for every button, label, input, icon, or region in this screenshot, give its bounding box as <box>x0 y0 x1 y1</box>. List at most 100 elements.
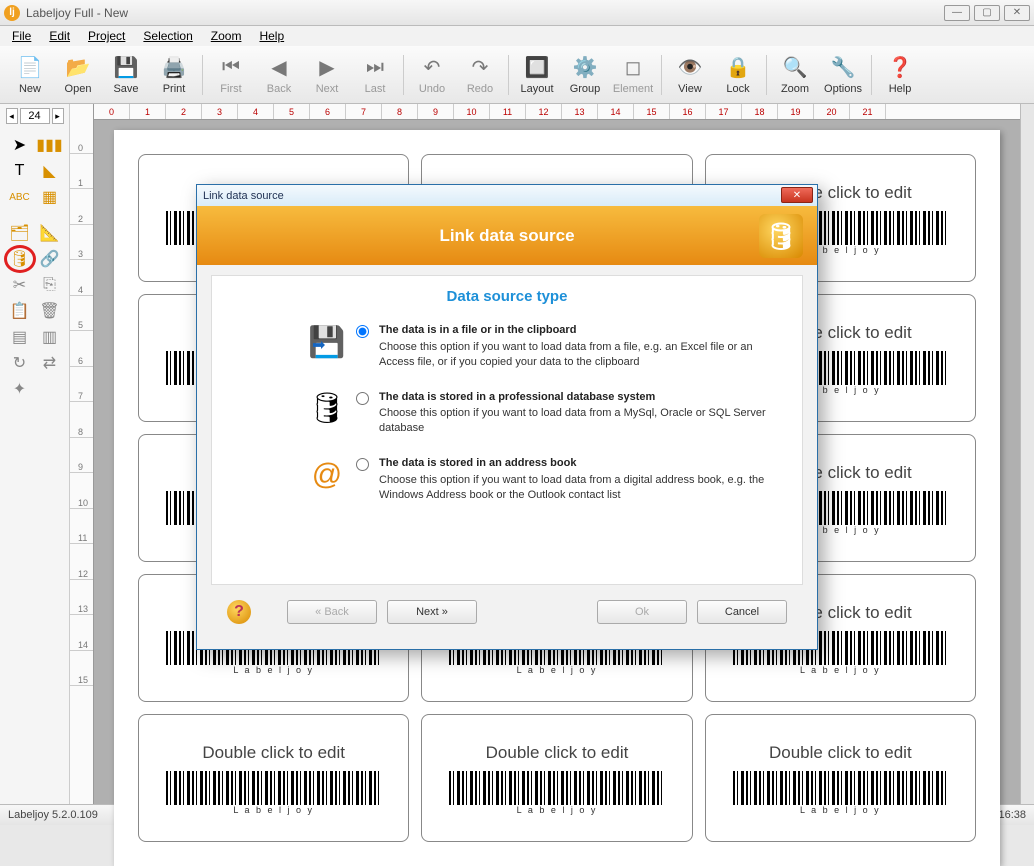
at-sign-icon: @ <box>308 456 346 494</box>
label-placeholder-text: Double click to edit <box>202 743 345 763</box>
vertical-ruler: 0123456789101112131415 <box>70 104 94 804</box>
data-source-tool[interactable]: 🛢 <box>7 248 33 270</box>
database-icon: 🛢 <box>308 390 346 428</box>
text-tool[interactable]: T <box>7 160 33 182</box>
undo-button[interactable]: ↶Undo <box>408 49 456 101</box>
help-button[interactable]: ❓Help <box>876 49 924 101</box>
open-button[interactable]: 📂Open <box>54 49 102 101</box>
menu-help[interactable]: Help <box>251 27 292 45</box>
dialog-back-button[interactable]: « Back <box>287 600 377 624</box>
zoom-button[interactable]: 🔍Zoom <box>771 49 819 101</box>
dialog-banner: Link data source 🛢 <box>197 206 817 265</box>
paste-tool[interactable]: 📋 <box>7 300 33 322</box>
first-icon: ⏮ <box>218 55 244 81</box>
dialog-cancel-button[interactable]: Cancel <box>697 600 787 624</box>
layer-tool[interactable]: 🗂 <box>7 222 33 244</box>
toolbar-separator <box>661 55 662 95</box>
pointer-tool[interactable]: ➤ <box>7 134 33 156</box>
view-button[interactable]: 👁️View <box>666 49 714 101</box>
barcode-graphic <box>166 771 381 813</box>
align-tool[interactable]: ▤ <box>7 326 33 348</box>
distribute-tool[interactable]: ▥ <box>37 326 63 348</box>
element-button[interactable]: ◻Element <box>609 49 657 101</box>
redo-button[interactable]: ↷Redo <box>456 49 504 101</box>
options-button[interactable]: 🔧Options <box>819 49 867 101</box>
dialog-close-button[interactable]: ✕ <box>781 187 813 203</box>
option-file-clipboard[interactable]: ➡ 💾 The data is in a file or in the clip… <box>228 323 786 370</box>
menu-selection[interactable]: Selection <box>135 27 200 45</box>
ruler-tool[interactable]: 📐 <box>37 222 63 244</box>
dialog-help-icon[interactable]: ? <box>227 600 251 624</box>
label-cell[interactable]: Double click to edit <box>138 714 409 842</box>
dialog-ok-button[interactable]: Ok <box>597 600 687 624</box>
label-cell[interactable]: Double click to edit <box>705 714 976 842</box>
undo-icon: ↶ <box>419 55 445 81</box>
label-placeholder-text: Double click to edit <box>486 743 629 763</box>
option-addressbook[interactable]: @ The data is stored in an address book … <box>228 456 786 503</box>
menu-bar: File Edit Project Selection Zoom Help <box>0 26 1034 46</box>
option-title: The data is stored in a professional dat… <box>379 390 786 405</box>
minimize-button[interactable]: — <box>944 5 970 21</box>
option-addressbook-radio[interactable] <box>356 458 369 471</box>
group-button[interactable]: ⚙️Group <box>561 49 609 101</box>
close-button[interactable]: ✕ <box>1004 5 1030 21</box>
toolbar-separator <box>508 55 509 95</box>
target-tool[interactable]: ✦ <box>7 378 33 400</box>
menu-file[interactable]: File <box>4 27 39 45</box>
new-button[interactable]: 📄New <box>6 49 54 101</box>
menu-edit[interactable]: Edit <box>41 27 78 45</box>
flip-tool[interactable]: ⇄ <box>37 352 63 374</box>
option-database-radio[interactable] <box>356 392 369 405</box>
horizontal-ruler: 0123456789101112131415161718192021 <box>94 104 1020 120</box>
back-button[interactable]: ◀Back <box>255 49 303 101</box>
shape-tool[interactable]: ◣ <box>37 160 63 182</box>
page-number-field[interactable]: 24 <box>20 108 50 124</box>
option-desc: Choose this option if you want to load d… <box>379 407 766 434</box>
abc-tool[interactable]: ABC <box>7 186 33 208</box>
view-icon: 👁️ <box>677 55 703 81</box>
menu-zoom[interactable]: Zoom <box>203 27 250 45</box>
rotate-tool[interactable]: ↻ <box>7 352 33 374</box>
left-tool-panel: ◂ 24 ▸ ➤ ▮▮▮ T ◣ ABC ▦ 🗂 📐 🛢 🔗 ✂ ⎘ 📋 🗑 ▤… <box>0 104 70 804</box>
page-next-button[interactable]: ▸ <box>52 108 64 124</box>
vertical-scrollbar[interactable] <box>1020 104 1034 804</box>
link-tool[interactable]: 🔗 <box>37 248 63 270</box>
lock-button[interactable]: 🔒Lock <box>714 49 762 101</box>
tool-tray: ➤ ▮▮▮ T ◣ ABC ▦ 🗂 📐 🛢 🔗 ✂ ⎘ 📋 🗑 ▤ ▥ ↻ ⇄ … <box>3 130 67 404</box>
toolbar-separator <box>202 55 203 95</box>
label-cell[interactable]: Double click to edit <box>421 714 692 842</box>
layout-button[interactable]: 🔲Layout <box>513 49 561 101</box>
option-desc: Choose this option if you want to load d… <box>379 341 753 368</box>
maximize-button[interactable]: ▢ <box>974 5 1000 21</box>
dialog-body: Data source type ➡ 💾 The data is in a fi… <box>197 265 817 649</box>
option-desc: Choose this option if you want to load d… <box>379 474 764 501</box>
menu-project[interactable]: Project <box>80 27 133 45</box>
print-icon: 🖨️ <box>161 55 187 81</box>
selected-arrow-icon: ➡ <box>312 335 325 355</box>
save-icon: 💾 <box>113 55 139 81</box>
barcode-tool[interactable]: ▮▮▮ <box>37 134 63 156</box>
window-titlebar: lj Labeljoy Full - New — ▢ ✕ <box>0 0 1034 26</box>
next-button[interactable]: ▶Next <box>303 49 351 101</box>
window-title: Labeljoy Full - New <box>26 6 944 20</box>
cut-tool[interactable]: ✂ <box>7 274 33 296</box>
back-icon: ◀ <box>266 55 292 81</box>
image-tool[interactable]: ▦ <box>37 186 63 208</box>
label-placeholder-text: Double click to edit <box>769 743 912 763</box>
option-database[interactable]: 🛢 The data is stored in a professional d… <box>228 390 786 437</box>
page-prev-button[interactable]: ◂ <box>6 108 18 124</box>
toolbar-separator <box>871 55 872 95</box>
last-button[interactable]: ⏭Last <box>351 49 399 101</box>
option-file-radio[interactable] <box>356 325 369 338</box>
app-logo-icon: lj <box>4 5 20 21</box>
status-version: Labeljoy 5.2.0.109 <box>8 809 98 821</box>
next-icon: ▶ <box>314 55 340 81</box>
first-button[interactable]: ⏮First <box>207 49 255 101</box>
redo-icon: ↷ <box>467 55 493 81</box>
last-icon: ⏭ <box>362 55 388 81</box>
delete-tool[interactable]: 🗑 <box>37 300 63 322</box>
copy-tool[interactable]: ⎘ <box>37 274 63 296</box>
save-button[interactable]: 💾Save <box>102 49 150 101</box>
dialog-next-button[interactable]: Next » <box>387 600 477 624</box>
print-button[interactable]: 🖨️Print <box>150 49 198 101</box>
